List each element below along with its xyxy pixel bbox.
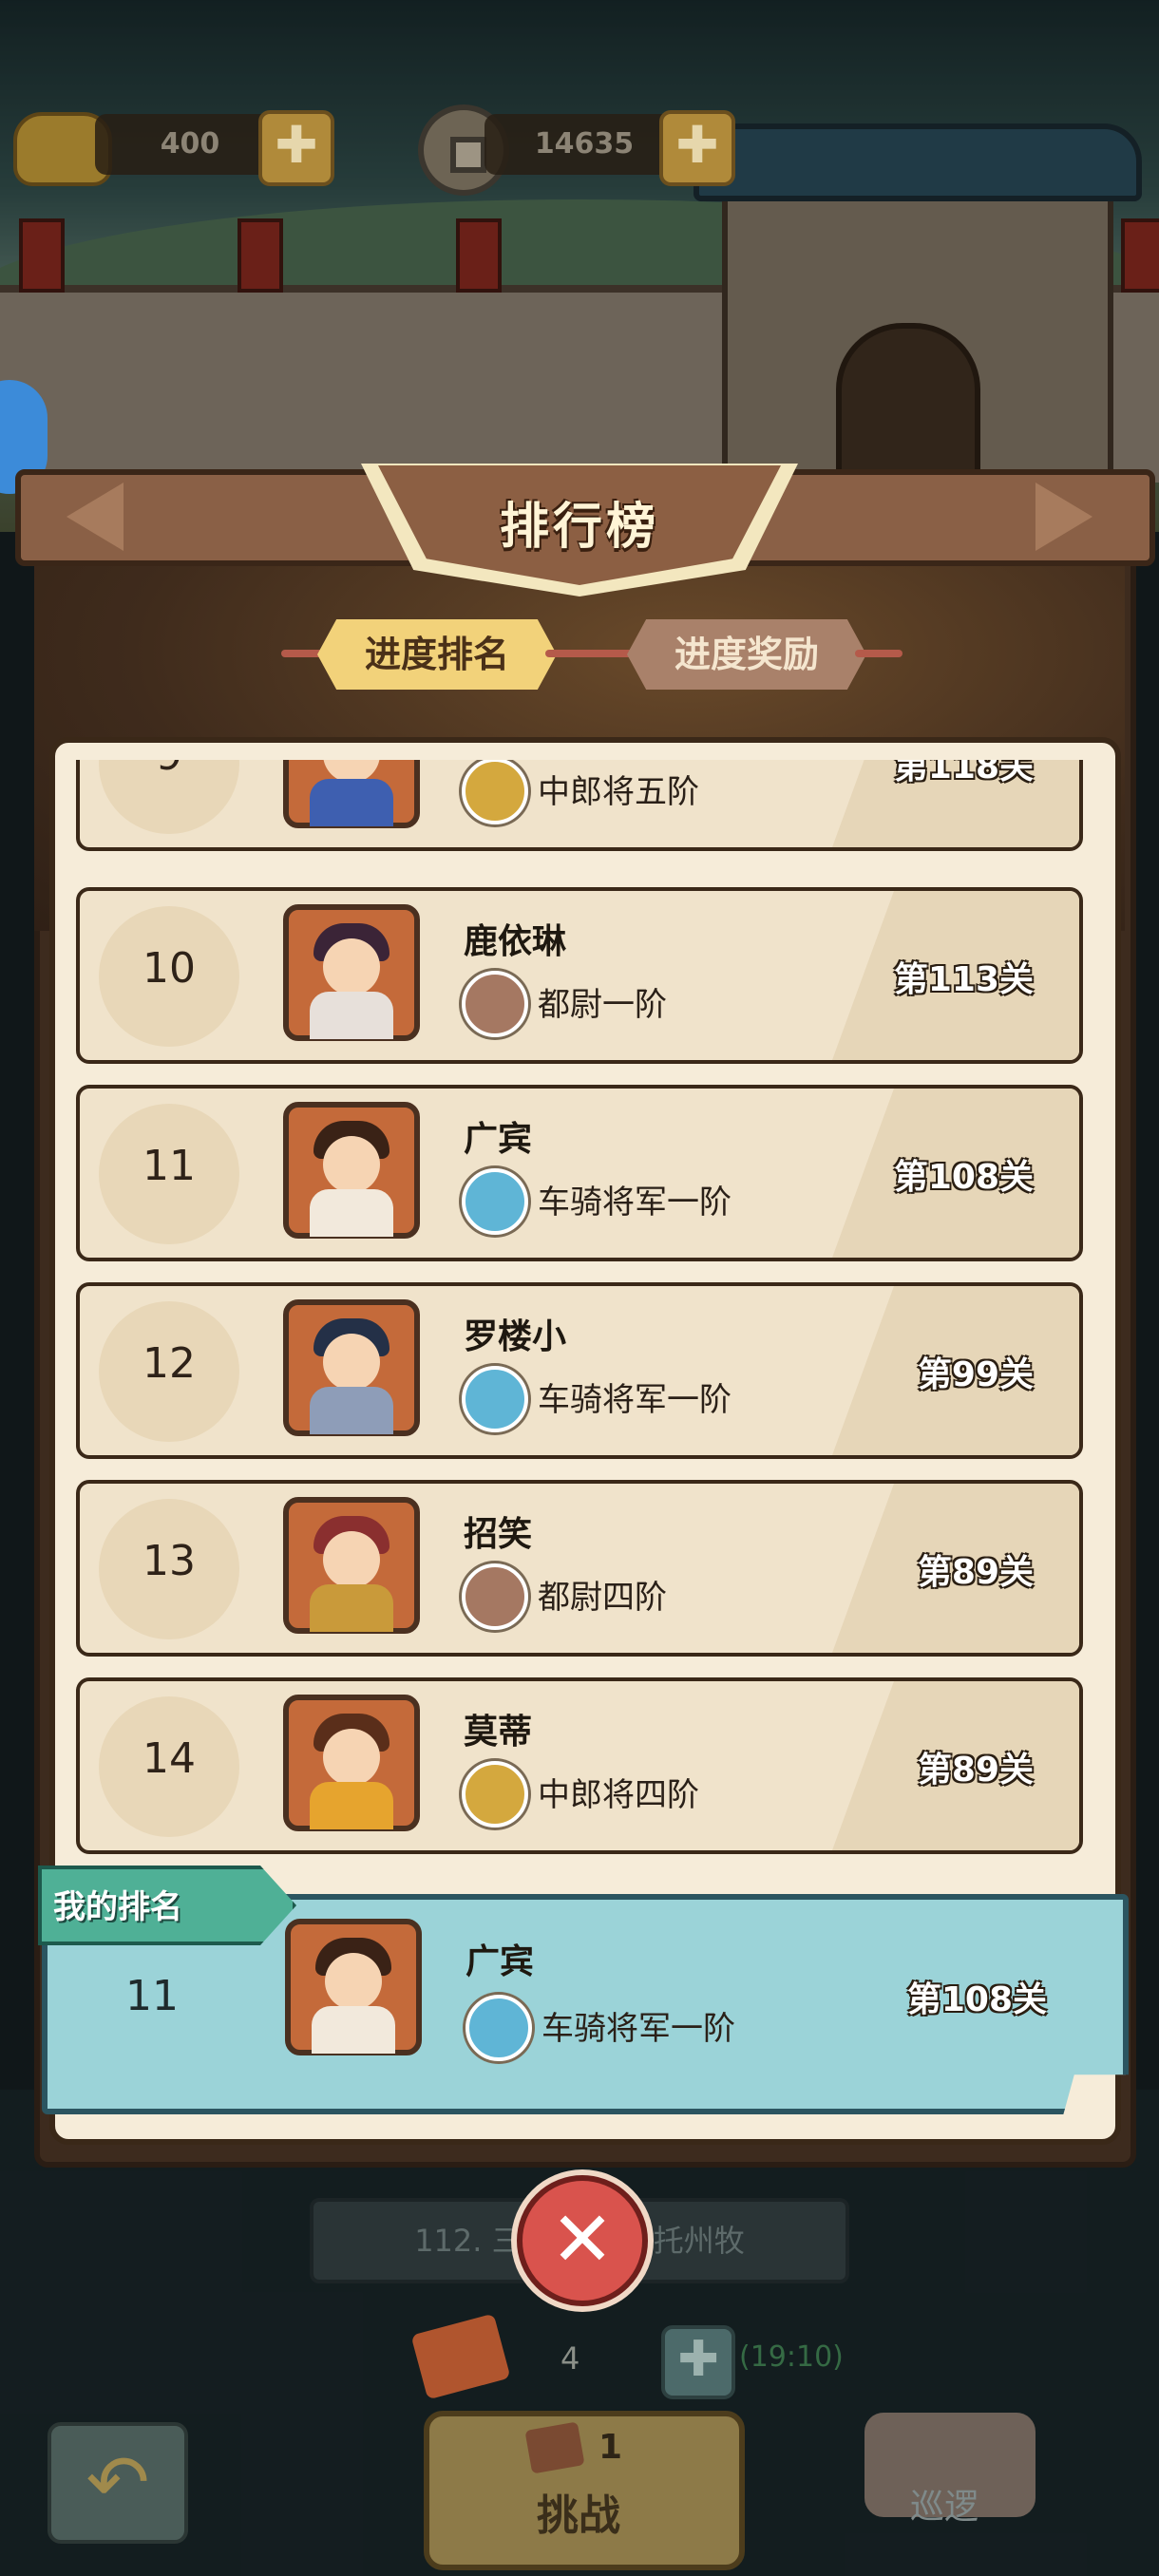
my-avatar[interactable] [285, 1919, 422, 2055]
rank-number: 11 [142, 1142, 196, 1190]
my-rank-number: 11 [125, 1972, 179, 2020]
close-icon[interactable]: ✕ [517, 2175, 648, 2306]
stage-progress: 第113关 [893, 960, 1034, 999]
player-rank-title: 都尉一阶 [538, 986, 667, 1024]
my-rank-tag-label: 我的排名 [53, 1888, 182, 1926]
rank-badge-icon [462, 1168, 528, 1235]
stage-progress: 第99关 [917, 1355, 1034, 1394]
ticket-refill-timer: (19:10) [739, 2340, 844, 2374]
player-name: 罗楼小 [464, 1317, 567, 1356]
rank-badge-icon [462, 1563, 528, 1630]
gold-counter: 400 [95, 114, 285, 175]
player-rank-title: 都尉四阶 [538, 1579, 667, 1617]
add-gold-button[interactable]: ✚ [258, 110, 334, 186]
rank-number: 9 [99, 760, 239, 780]
tab-decoration [545, 650, 640, 657]
player-name: 广宾 [464, 1120, 533, 1159]
player-name: 鹿依琳 [464, 922, 567, 961]
player-avatar[interactable] [283, 1695, 420, 1831]
player-avatar[interactable] [283, 760, 420, 828]
rank-badge-icon [462, 760, 528, 824]
rank-number: 12 [142, 1339, 196, 1388]
rank-badge-icon [462, 1761, 528, 1828]
back-arrow-icon[interactable]: ↶ [48, 2422, 188, 2544]
player-avatar[interactable] [283, 1497, 420, 1634]
player-name: 莫蒂 [464, 1713, 533, 1752]
add-coins-button[interactable]: ✚ [659, 110, 735, 186]
ranking-row[interactable]: 13 招笑 都尉四阶 第89关 [76, 1480, 1083, 1657]
rank-number: 13 [142, 1537, 196, 1585]
panel-title: 排行榜 [499, 499, 659, 556]
player-rank-title: 中郎将五阶 [538, 773, 699, 811]
stage-progress: 第118关 [893, 760, 1034, 786]
ribbon-left-arrow-icon [66, 483, 124, 551]
ranking-row[interactable]: 11 广宾 车骑将军一阶 第108关 [76, 1085, 1083, 1261]
player-rank-title: 车骑将军一阶 [538, 1381, 732, 1419]
player-rank-title: 车骑将军一阶 [538, 1184, 732, 1222]
player-avatar[interactable] [283, 904, 420, 1041]
rank-number: 14 [142, 1734, 196, 1783]
coin-counter: 14635 [484, 114, 684, 175]
ranking-row[interactable]: 9 中郎将五阶 第118关 [76, 760, 1083, 851]
my-player-name: 广宾 [466, 1942, 535, 1981]
challenge-cost: 1 [598, 2428, 623, 2467]
add-ticket-button[interactable]: ✚ [661, 2325, 735, 2399]
tab-progress-rewards[interactable]: 进度奖励 [627, 619, 866, 690]
my-stage-progress: 第108关 [906, 1980, 1047, 2019]
my-rank-title: 车骑将军一阶 [542, 2010, 735, 2048]
ranking-row[interactable]: 12 罗楼小 车骑将军一阶 第99关 [76, 1282, 1083, 1459]
ticket-count: 4 [560, 2340, 580, 2377]
stage-progress: 第89关 [917, 1751, 1034, 1790]
tab-progress-ranking[interactable]: 进度排名 [317, 619, 557, 690]
player-rank-title: 中郎将四阶 [538, 1776, 699, 1814]
challenge-label: 挑战 [537, 2491, 620, 2540]
gold-amount: 400 [160, 127, 220, 161]
coin-amount: 14635 [534, 127, 635, 161]
ribbon-right-arrow-icon [1036, 483, 1092, 551]
rank-badge-icon [466, 1995, 532, 2061]
ranking-list[interactable]: 9 中郎将五阶 第118关 10 鹿依琳 都尉一阶 第113关 11 广宾 车骑… [76, 760, 1083, 1871]
stage-progress: 第108关 [893, 1158, 1034, 1197]
challenge-ticket-icon [524, 2421, 585, 2474]
player-avatar[interactable] [283, 1299, 420, 1436]
rank-badge-icon [462, 1366, 528, 1432]
tab-decoration [855, 650, 902, 657]
patrol-label: 巡逻 [910, 2488, 979, 2527]
player-name: 招笑 [464, 1515, 533, 1554]
ranking-row[interactable]: 10 鹿依琳 都尉一阶 第113关 [76, 887, 1083, 1064]
player-avatar[interactable] [283, 1102, 420, 1239]
stage-progress: 第89关 [917, 1553, 1034, 1592]
ranking-row[interactable]: 14 莫蒂 中郎将四阶 第89关 [76, 1677, 1083, 1854]
rank-badge-icon [462, 971, 528, 1037]
rank-number: 10 [142, 944, 196, 993]
